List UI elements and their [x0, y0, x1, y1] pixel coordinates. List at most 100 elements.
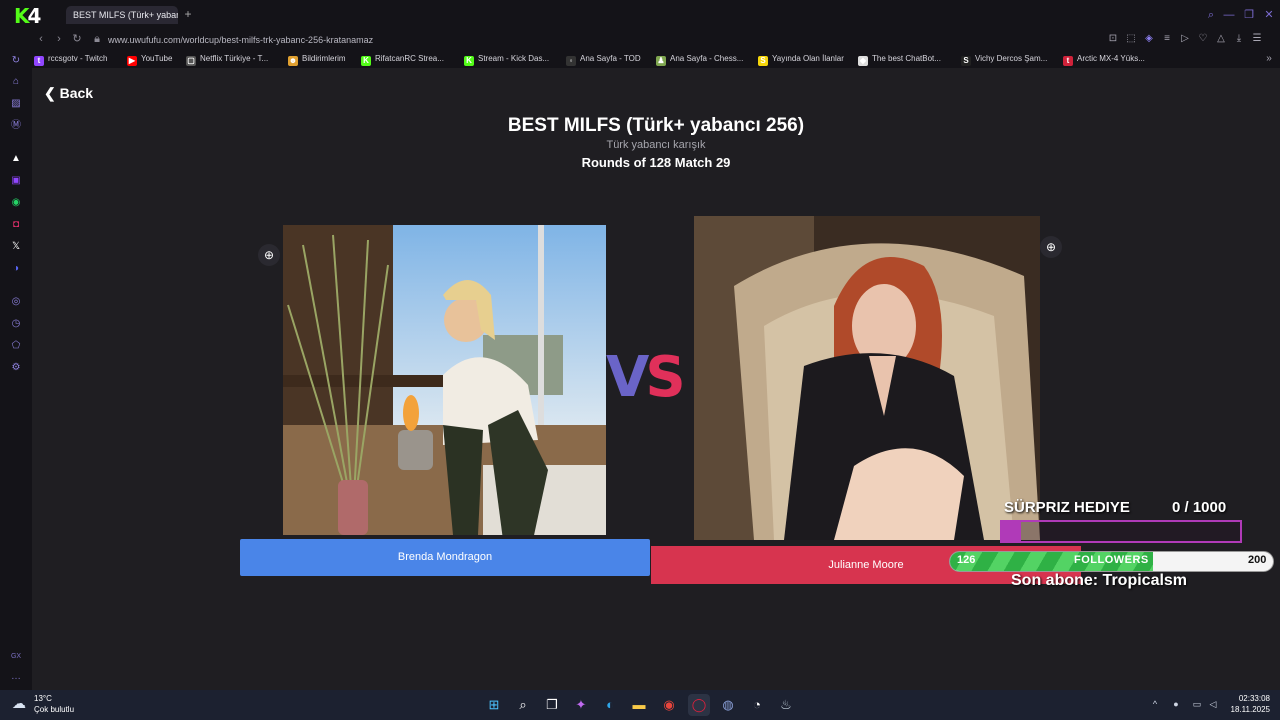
contestant-left-photo[interactable] [283, 225, 606, 535]
play-icon[interactable]: ▷ [1178, 32, 1192, 46]
url-field[interactable]: www.uwufufu.com/worldcup/best-milfs-trk-… [108, 30, 373, 50]
file-explorer-icon[interactable]: ▬ [628, 694, 650, 716]
shield-icon[interactable]: ◈ [1142, 32, 1156, 46]
sidebar-refresh-icon[interactable]: ↻ [9, 54, 23, 68]
sidebar-bag-icon[interactable]: ⌂ [9, 75, 23, 89]
browser-tab[interactable]: BEST MILFS (Türk+ yaban [66, 6, 178, 24]
browser-logo[interactable]: K4 [14, 4, 64, 28]
choose-left-button[interactable]: Brenda Mondragon [240, 539, 650, 576]
bookmark-item[interactable]: ◆ The best ChatBot... [858, 52, 941, 66]
chevron-right-icon[interactable]: » [1262, 52, 1276, 66]
zoom-right-icon[interactable]: ⊕ [1040, 236, 1062, 258]
sidebar-twitch-icon[interactable]: ▣ [9, 174, 23, 188]
sidebar-x-icon[interactable]: 𝕏 [9, 240, 23, 254]
sidebar-aria-icon[interactable]: ▲ [9, 152, 23, 166]
sidebar-m-icon[interactable]: Ⓜ [9, 119, 23, 133]
app-icon[interactable]: ◍ [717, 694, 739, 716]
steam-icon[interactable]: ♨ [775, 694, 797, 716]
bookmark-item[interactable]: ♟ Ana Sayfa - Chess... [656, 52, 743, 66]
clock-time[interactable]: 02:33:08 [1222, 694, 1270, 703]
page-title: BEST MILFS (Türk+ yabancı 256) [507, 115, 805, 136]
snapshot-icon[interactable]: ⬚ [1124, 32, 1138, 46]
bookmark-item[interactable]: ▶ YouTube [127, 52, 172, 66]
bookmark-label: rccsgotv - Twitch [48, 54, 108, 63]
page-subtitle: Türk yabancı karışık [606, 139, 706, 151]
bookmark-item[interactable]: t Arctic MX-4 Yüks... [1063, 52, 1145, 66]
sidebar-whatsapp-icon[interactable]: ◉ [9, 196, 23, 210]
weather-desc[interactable]: Çok bulutlu [34, 705, 74, 714]
reload-icon[interactable]: ↻ [70, 31, 84, 47]
back-label: Back [59, 85, 94, 101]
bookmark-item[interactable]: t rccsgotv - Twitch [34, 52, 107, 66]
followers-label: FOLLOWERS [1074, 554, 1149, 566]
bookmark-item[interactable]: K RifatcanRC Strea... [361, 52, 444, 66]
heart-icon[interactable]: ♡ [1196, 32, 1210, 46]
bookmark-favicon-icon: S [961, 56, 971, 66]
sidebar-settings-icon[interactable]: ⚙ [9, 361, 23, 375]
new-tab-button[interactable]: + [182, 7, 194, 21]
gift-goal-fill [1002, 522, 1022, 541]
forward-arrow-icon[interactable]: › [52, 31, 66, 47]
camera-icon[interactable]: ⊡ [1106, 32, 1120, 46]
sidebar-games-icon[interactable]: ▨ [9, 97, 23, 111]
zoom-left-icon[interactable]: ⊕ [258, 244, 280, 266]
followers-goal: 200 [1248, 554, 1267, 566]
sidebar-instagram-icon[interactable]: ◘ [9, 218, 23, 232]
download-icon[interactable]: ⤓ [1232, 32, 1246, 46]
sidebar-discord-icon[interactable]: ◑ [9, 262, 23, 276]
cloud-icon[interactable]: ☁ [12, 695, 32, 711]
bookmark-label: The best ChatBot... [872, 54, 941, 63]
taskbar-search-icon[interactable]: ⌕ [512, 694, 534, 716]
chrome-icon[interactable]: ◉ [658, 694, 680, 716]
bookmark-favicon-icon: ◦ [566, 56, 576, 66]
edge-icon[interactable]: ◐ [599, 694, 621, 716]
bookmark-item[interactable]: S Vichy Dercos Şam... [961, 52, 1047, 66]
back-button[interactable]: ❮ Back [44, 84, 93, 102]
start-windows-icon[interactable]: ⊞ [483, 694, 505, 716]
bookmark-favicon-icon: ♟ [656, 56, 666, 66]
bookmark-item[interactable]: S Yayında Olan İlanlar [758, 52, 844, 66]
bookmark-favicon-icon: ☻ [288, 56, 298, 66]
clock-date[interactable]: 18.11.2025 [1222, 705, 1270, 714]
network-icon[interactable]: ▭ [1191, 697, 1203, 711]
bookmark-label: RifatcanRC Strea... [375, 54, 444, 63]
weather-temp[interactable]: 13°C [34, 694, 52, 703]
volume-icon[interactable]: ◁ [1207, 697, 1219, 711]
logo-4: 4 [27, 4, 42, 28]
contestant-right-photo[interactable] [694, 216, 1040, 540]
sidebar-history-icon[interactable]: ◷ [9, 317, 23, 331]
tray-chevron-up-icon[interactable]: ^ [1149, 697, 1161, 711]
bookmark-label: Arctic MX-4 Yüks... [1077, 54, 1145, 63]
followers-current: 126 [957, 554, 976, 566]
bookmark-label: Bildirimlerim [302, 54, 346, 63]
lock-icon: 🔒︎ [94, 33, 100, 45]
sidebar-player-icon[interactable]: ◎ [9, 295, 23, 309]
bookmark-label: Stream - Kick Das... [478, 54, 550, 63]
bookmark-favicon-icon: ◆ [858, 56, 868, 66]
bookmark-label: Ana Sayfa - Chess... [670, 54, 744, 63]
minimize-icon[interactable]: — [1222, 8, 1236, 22]
bookmark-favicon-icon: t [1063, 56, 1073, 66]
sidebar-more-icon[interactable]: … [9, 670, 23, 684]
sidebar-gx-icon[interactable]: GX [9, 650, 23, 664]
back-arrow-icon[interactable]: ‹ [34, 31, 48, 47]
bookmark-favicon-icon: S [758, 56, 768, 66]
search-icon[interactable]: ⌕ [1204, 8, 1218, 22]
maximize-icon[interactable]: ❐ [1242, 8, 1256, 22]
mic-icon[interactable]: ● [1170, 697, 1182, 711]
bookmark-favicon-icon: K [361, 56, 371, 66]
obs-icon[interactable]: ◔ [746, 694, 768, 716]
gift-goal-bar [1000, 520, 1242, 543]
bookmark-item[interactable]: K Stream - Kick Das... [464, 52, 549, 66]
copilot-icon[interactable]: ✦ [570, 694, 592, 716]
sidebar-extensions-icon[interactable]: ⬠ [9, 339, 23, 353]
menu-icon[interactable]: ☰ [1250, 32, 1264, 46]
bookmark-item[interactable]: ▢ Netflix Türkiye - T... [186, 52, 268, 66]
bookmark-alert-icon[interactable]: △ [1214, 32, 1228, 46]
task-view-icon[interactable]: ❐ [541, 694, 563, 716]
bookmark-item[interactable]: ☻ Bildirimlerim [288, 52, 346, 66]
bookmark-item[interactable]: ◦ Ana Sayfa - TOD [566, 52, 641, 66]
extensions-icon[interactable]: ≡ [1160, 32, 1174, 46]
close-icon[interactable]: ✕ [1262, 8, 1276, 22]
opera-gx-icon[interactable]: ◯ [688, 694, 710, 716]
